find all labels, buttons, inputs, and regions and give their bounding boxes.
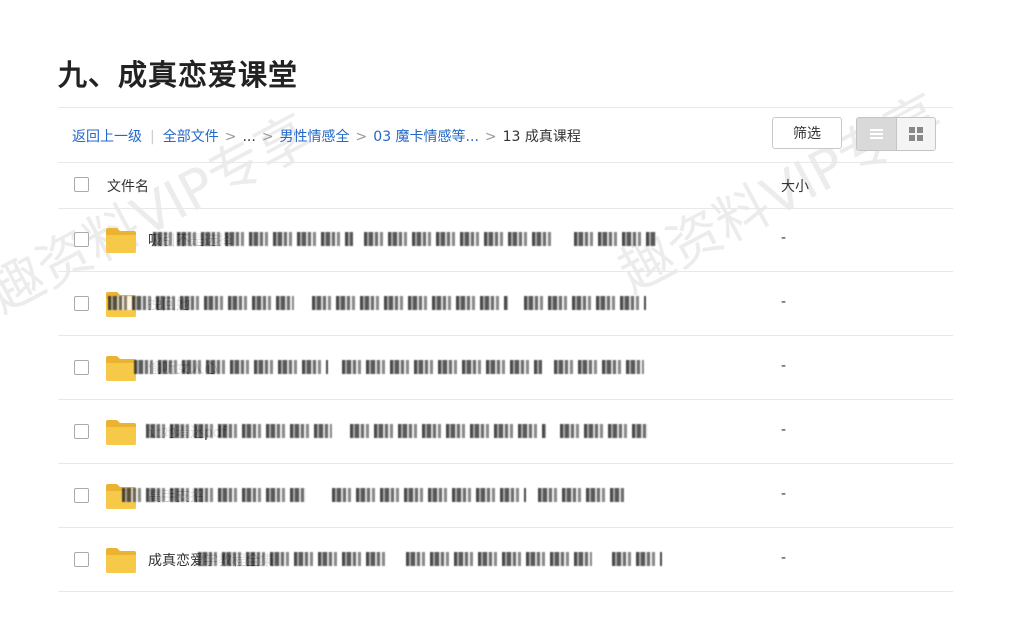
- row-checkbox[interactable]: [74, 552, 89, 567]
- redacted-text: [332, 488, 526, 502]
- list-icon: [869, 127, 883, 141]
- table-row[interactable]: 偷听女人心-: [58, 336, 953, 400]
- row-checkbox[interactable]: [74, 360, 89, 375]
- redacted-text: [406, 552, 592, 566]
- redacted-text: [350, 424, 546, 438]
- breadcrumb-separator: >: [224, 129, 237, 145]
- folder-icon: [106, 227, 136, 253]
- breadcrumb-all-files[interactable]: 全部文件: [163, 129, 219, 145]
- grid-view-button[interactable]: [895, 118, 935, 150]
- select-all-checkbox[interactable]: [74, 177, 89, 192]
- file-size: -: [781, 230, 787, 246]
- breadcrumb-separator: >: [355, 129, 368, 145]
- redacted-text: [146, 424, 332, 438]
- table-header: 文件名 大小: [58, 162, 953, 209]
- folder-icon: [106, 419, 136, 445]
- divider: |: [150, 129, 155, 145]
- table-row[interactable]: 让她着迷pdf-: [58, 400, 953, 464]
- file-size: -: [781, 422, 787, 438]
- redacted-text: [554, 360, 644, 374]
- redacted-text: [364, 232, 554, 246]
- row-checkbox[interactable]: [74, 488, 89, 503]
- redacted-text: [312, 296, 508, 310]
- filter-button[interactable]: 筛选: [772, 117, 842, 149]
- folder-icon: [106, 547, 136, 573]
- breadcrumb-current: 13 成真课程: [502, 129, 581, 145]
- breadcrumb-level1[interactable]: 男性情感全: [280, 129, 350, 145]
- row-checkbox[interactable]: [74, 424, 89, 439]
- table-row[interactable]: 吸引不是选择-: [58, 208, 953, 272]
- table-row[interactable]: 高手支招-: [58, 464, 953, 528]
- redacted-text: [122, 488, 306, 502]
- view-toggle: [856, 117, 936, 151]
- toolbar: 返回上一级 | 全部文件 >... > 男性情感全 >03 魔卡情感等... >13 成真课程…: [58, 107, 953, 163]
- redacted-text: [108, 296, 294, 310]
- file-size: -: [781, 486, 787, 502]
- back-link[interactable]: 返回上一级: [72, 129, 142, 145]
- folder-icon: [106, 355, 136, 381]
- table-row[interactable]: 成真恋爱学教程全集-: [58, 528, 953, 592]
- row-checkbox[interactable]: [74, 232, 89, 247]
- redacted-text: [134, 360, 328, 374]
- page-title: 九、成真恋爱课堂: [58, 58, 299, 92]
- redacted-text: [538, 488, 624, 502]
- row-checkbox[interactable]: [74, 296, 89, 311]
- breadcrumb-separator: >: [261, 129, 274, 145]
- list-view-button[interactable]: [857, 118, 896, 150]
- column-header-name[interactable]: 文件名: [107, 176, 149, 196]
- redacted-text: [560, 424, 648, 438]
- redacted-text: [153, 232, 353, 246]
- file-size: -: [781, 294, 787, 310]
- redacted-text: [524, 296, 646, 310]
- redacted-text: [574, 232, 656, 246]
- column-header-size[interactable]: 大小: [781, 176, 809, 196]
- file-size: -: [781, 550, 787, 566]
- breadcrumb: 返回上一级 | 全部文件 >... > 男性情感全 >03 魔卡情感等... >13 成真课程: [72, 126, 581, 146]
- redacted-text: [198, 552, 388, 566]
- grid-icon: [908, 127, 923, 141]
- breadcrumb-separator: >: [484, 129, 497, 145]
- redacted-text: [342, 360, 542, 374]
- file-size: -: [781, 358, 787, 374]
- table-row[interactable]: 挽回她-: [58, 272, 953, 336]
- redacted-text: [612, 552, 662, 566]
- breadcrumb-level2[interactable]: 03 魔卡情感等...: [373, 129, 479, 145]
- breadcrumb-ellipsis[interactable]: ...: [242, 129, 255, 145]
